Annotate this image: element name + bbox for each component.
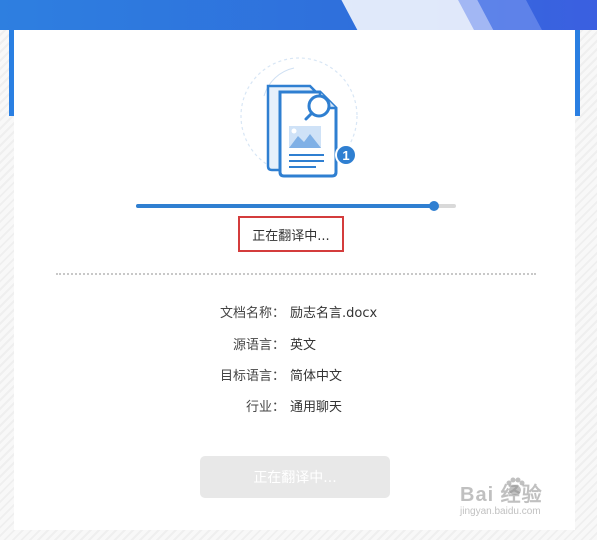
top-banner [0, 0, 597, 30]
status-text: 正在翻译中... [252, 228, 330, 244]
watermark-brand: Bai 经验 [460, 484, 543, 506]
source-language-value: 英文 [290, 338, 317, 353]
right-accent-bar [575, 30, 580, 116]
info-row-source-language: 源语言： 英文 [14, 334, 575, 354]
document-search-icon: 1 [240, 57, 358, 178]
info-row-industry: 行业： 通用聊天 [14, 396, 575, 416]
info-row-target-language: 目标语言： 简体中文 [14, 365, 575, 385]
baidu-jingyan-watermark: Bai 经验 jingyan.baidu.com [460, 477, 590, 528]
translating-button-label: 正在翻译中... [253, 470, 337, 486]
progress-fill [136, 204, 434, 208]
translating-button[interactable]: 正在翻译中... [200, 456, 390, 498]
target-language-label: 目标语言： [219, 369, 285, 384]
industry-label: 行业： [245, 400, 285, 415]
watermark-url: jingyan.baidu.com [460, 506, 541, 517]
translation-card: 1 正在翻译中... 文档名称： 励志名言.docx 源语言： 英文 目标语言：… [14, 30, 575, 530]
translation-progress-bar [136, 201, 456, 211]
dotted-divider [56, 273, 536, 275]
target-language-value: 简体中文 [290, 369, 343, 384]
progress-knob [428, 201, 439, 211]
document-name-label: 文档名称： [219, 306, 285, 321]
info-row-document-name: 文档名称： 励志名言.docx [14, 302, 575, 322]
source-language-label: 源语言： [232, 338, 285, 353]
baidu-paw-icon [506, 477, 525, 495]
badge-count: 1 [342, 148, 349, 163]
document-name-value: 励志名言.docx [290, 306, 378, 321]
translation-status: 正在翻译中... [238, 216, 344, 252]
industry-value: 通用聊天 [290, 400, 343, 415]
